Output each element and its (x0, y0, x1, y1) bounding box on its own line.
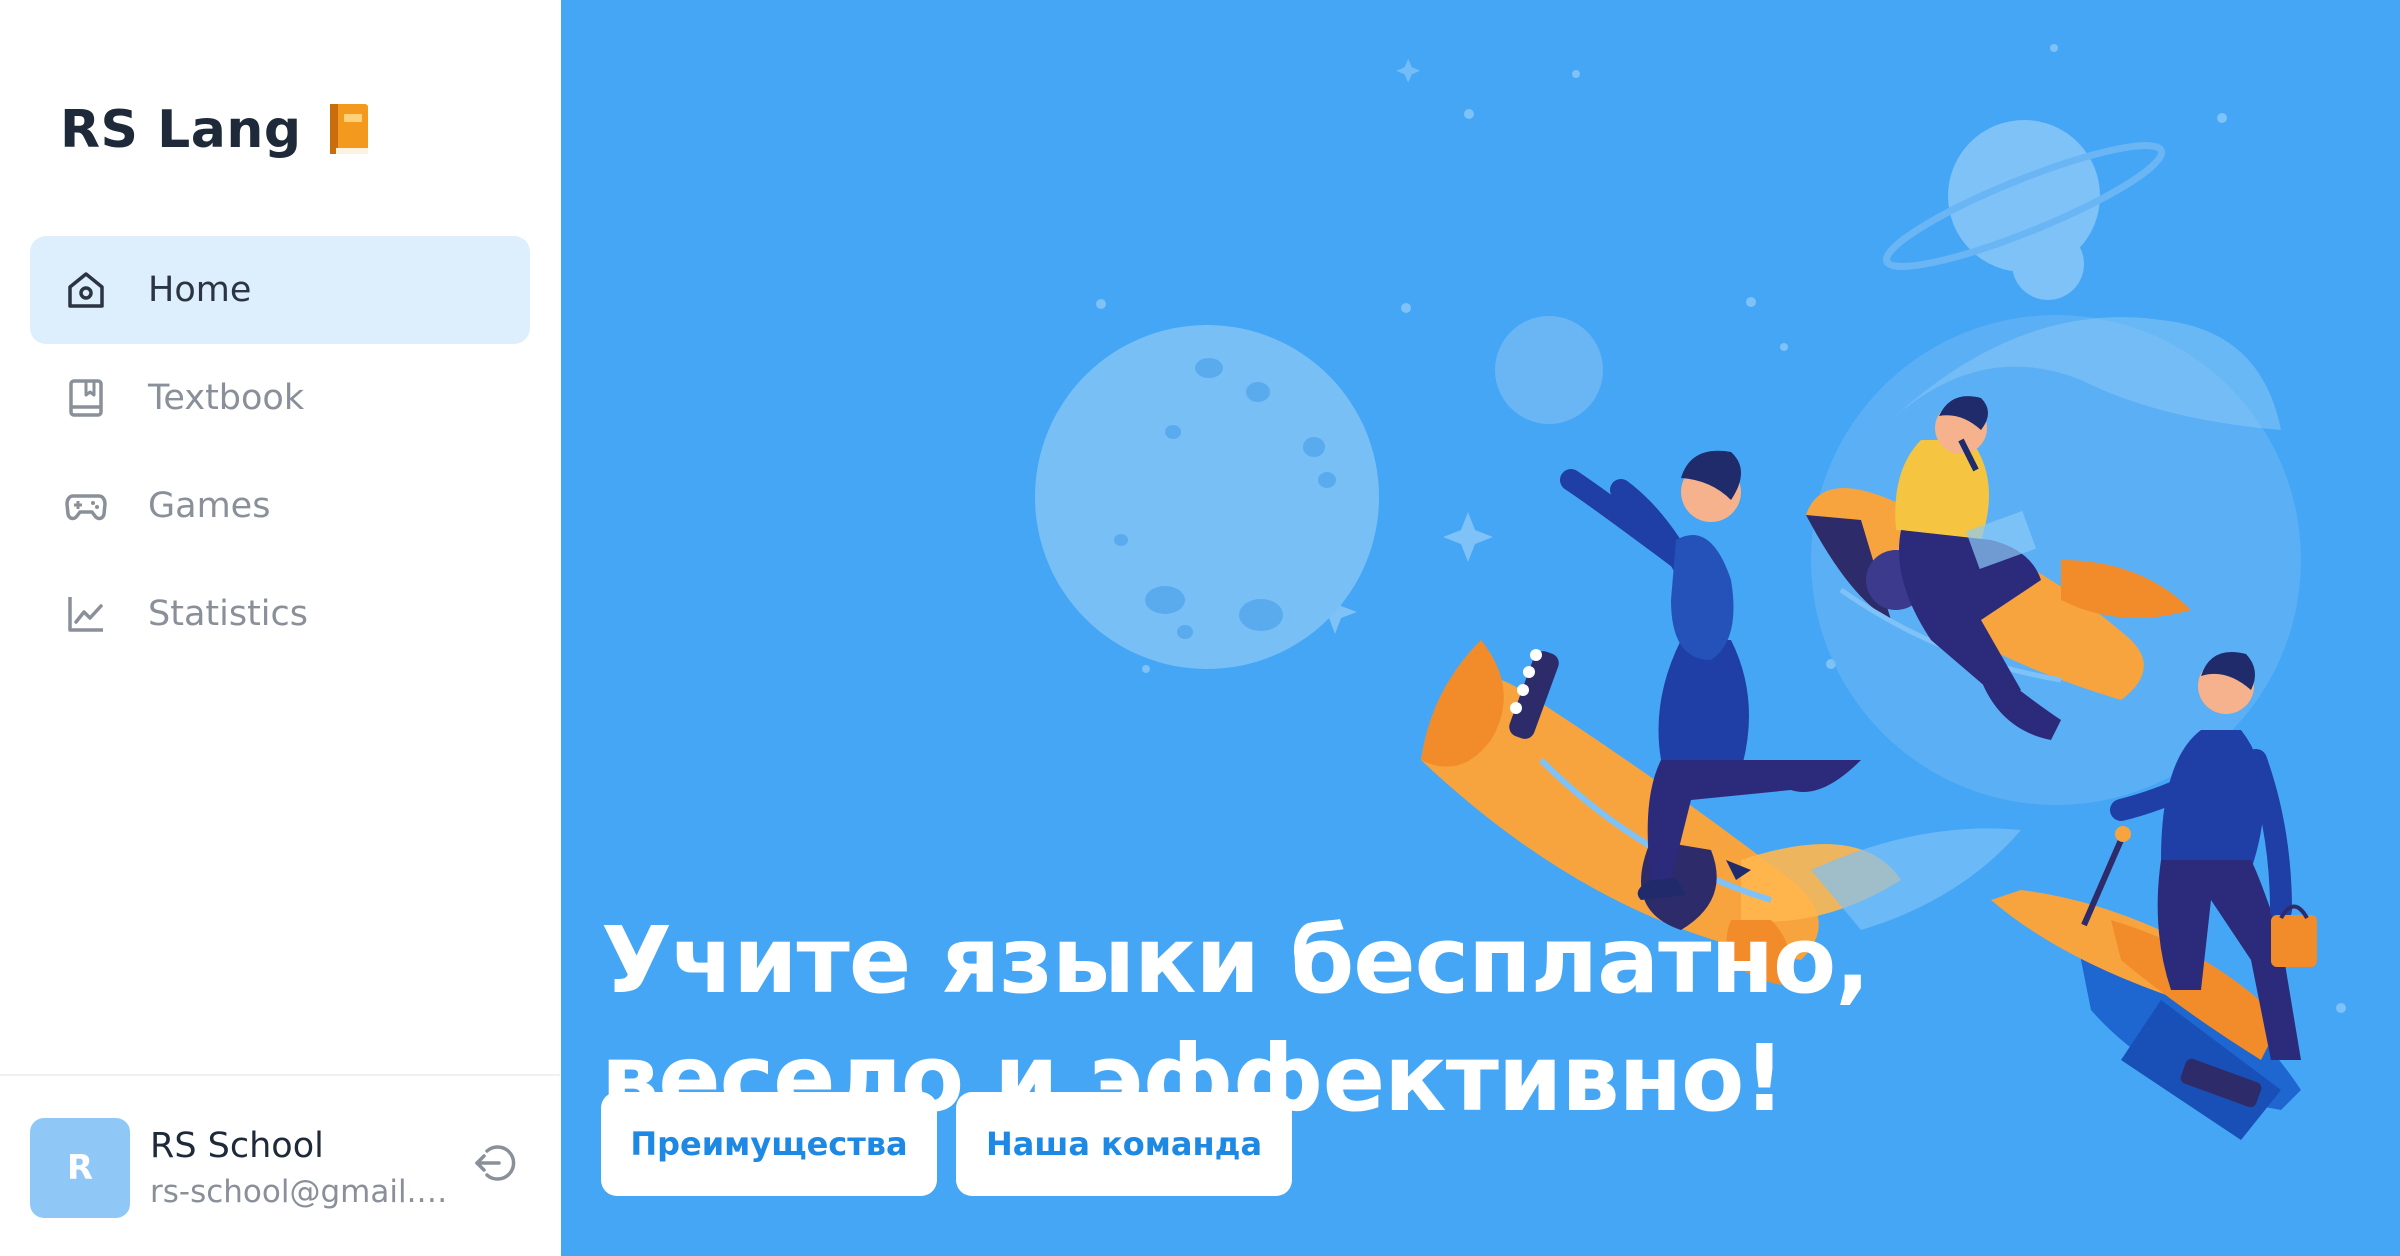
user-panel: R RS School rs-school@gmail.c... (0, 1074, 560, 1256)
sidebar-item-games[interactable]: Games (30, 452, 530, 560)
sidebar-item-label: Home (148, 270, 252, 310)
logout-button[interactable] (470, 1140, 520, 1190)
app-title: RS Lang (60, 100, 302, 160)
sidebar-item-label: Games (148, 486, 271, 526)
chart-line-icon (64, 592, 108, 636)
sidebar-item-label: Statistics (148, 594, 308, 634)
sidebar-item-home[interactable]: Home (30, 236, 530, 344)
brand[interactable]: RS Lang (60, 100, 372, 160)
sidebar-item-textbook[interactable]: Textbook (30, 344, 530, 452)
team-button[interactable]: Наша команда (956, 1092, 1292, 1196)
user-name: RS School (150, 1126, 324, 1166)
book-icon (64, 376, 108, 420)
gamepad-icon (64, 484, 108, 528)
hero-banner: Учите языки бесплатно, весело и эффектив… (561, 0, 2400, 1256)
avatar[interactable]: R (30, 1118, 130, 1218)
sidebar: RS Lang Home Textbook Games Statistics R… (0, 0, 560, 1256)
main-nav: Home Textbook Games Statistics (30, 236, 530, 668)
sidebar-item-label: Textbook (148, 378, 305, 418)
hero-headline-line1: Учите языки бесплатно, (601, 906, 1870, 1014)
advantages-button[interactable]: Преимущества (601, 1092, 937, 1196)
user-email: rs-school@gmail.c... (150, 1174, 450, 1210)
logout-icon (473, 1141, 517, 1189)
sidebar-item-statistics[interactable]: Statistics (30, 560, 530, 668)
orange-book-icon (326, 102, 372, 158)
home-icon (64, 268, 108, 312)
